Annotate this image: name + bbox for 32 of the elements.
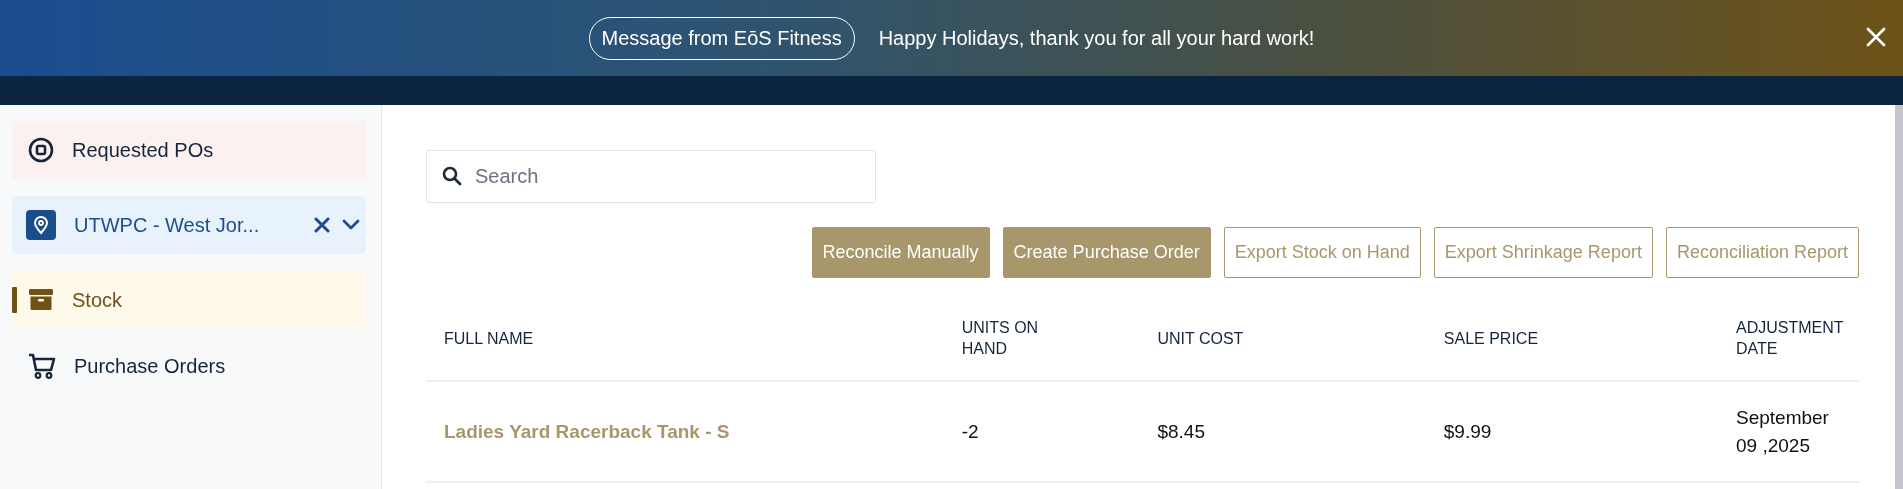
stop-circle-icon (28, 137, 54, 163)
search-icon (442, 166, 462, 186)
active-indicator (12, 287, 17, 313)
search-field[interactable]: Search (426, 150, 876, 203)
action-button[interactable]: Reconcile Manually (811, 227, 990, 278)
expand-button[interactable] (342, 219, 360, 231)
column-header: UNIT COST (1157, 328, 1244, 349)
chevron-down-icon (342, 219, 360, 231)
table-cell: -2 (961, 420, 979, 442)
archive-box-icon (28, 287, 54, 313)
sidebar-item[interactable]: Requested POs (12, 121, 366, 179)
product-link[interactable]: Ladies Yard Racerback Tank - S (444, 420, 730, 442)
action-button[interactable]: Reconciliation Report (1665, 227, 1859, 278)
sidebar-item[interactable]: Stock (12, 271, 366, 329)
close-icon (314, 217, 330, 233)
location-pin-icon (26, 210, 56, 240)
table-cell: $9.99 (1443, 420, 1492, 442)
table-cell: $8.45 (1157, 420, 1205, 442)
scrollbar[interactable] (1895, 105, 1903, 489)
action-button[interactable]: Create Purchase Order (1002, 227, 1211, 278)
action-button[interactable]: Export Shrinkage Report (1433, 227, 1653, 278)
action-button[interactable]: Export Stock on Hand (1223, 227, 1421, 278)
clear-button[interactable] (314, 217, 330, 233)
sidebar-item[interactable]: Purchase Orders (12, 346, 366, 386)
sidebar-item[interactable]: UTWPC - West Jor... (12, 196, 366, 254)
column-header: FULL NAME (444, 328, 534, 349)
table-cell-text: September 09 ,2025 (1736, 406, 1830, 458)
banner-message: Happy Holidays, thank you for all your hard work! (878, 26, 1315, 50)
column-header: UNITS ON HAND (961, 318, 1040, 359)
column-header: SALE PRICE (1443, 328, 1539, 349)
shopping-cart-icon (28, 352, 56, 380)
close-icon (1865, 26, 1887, 48)
